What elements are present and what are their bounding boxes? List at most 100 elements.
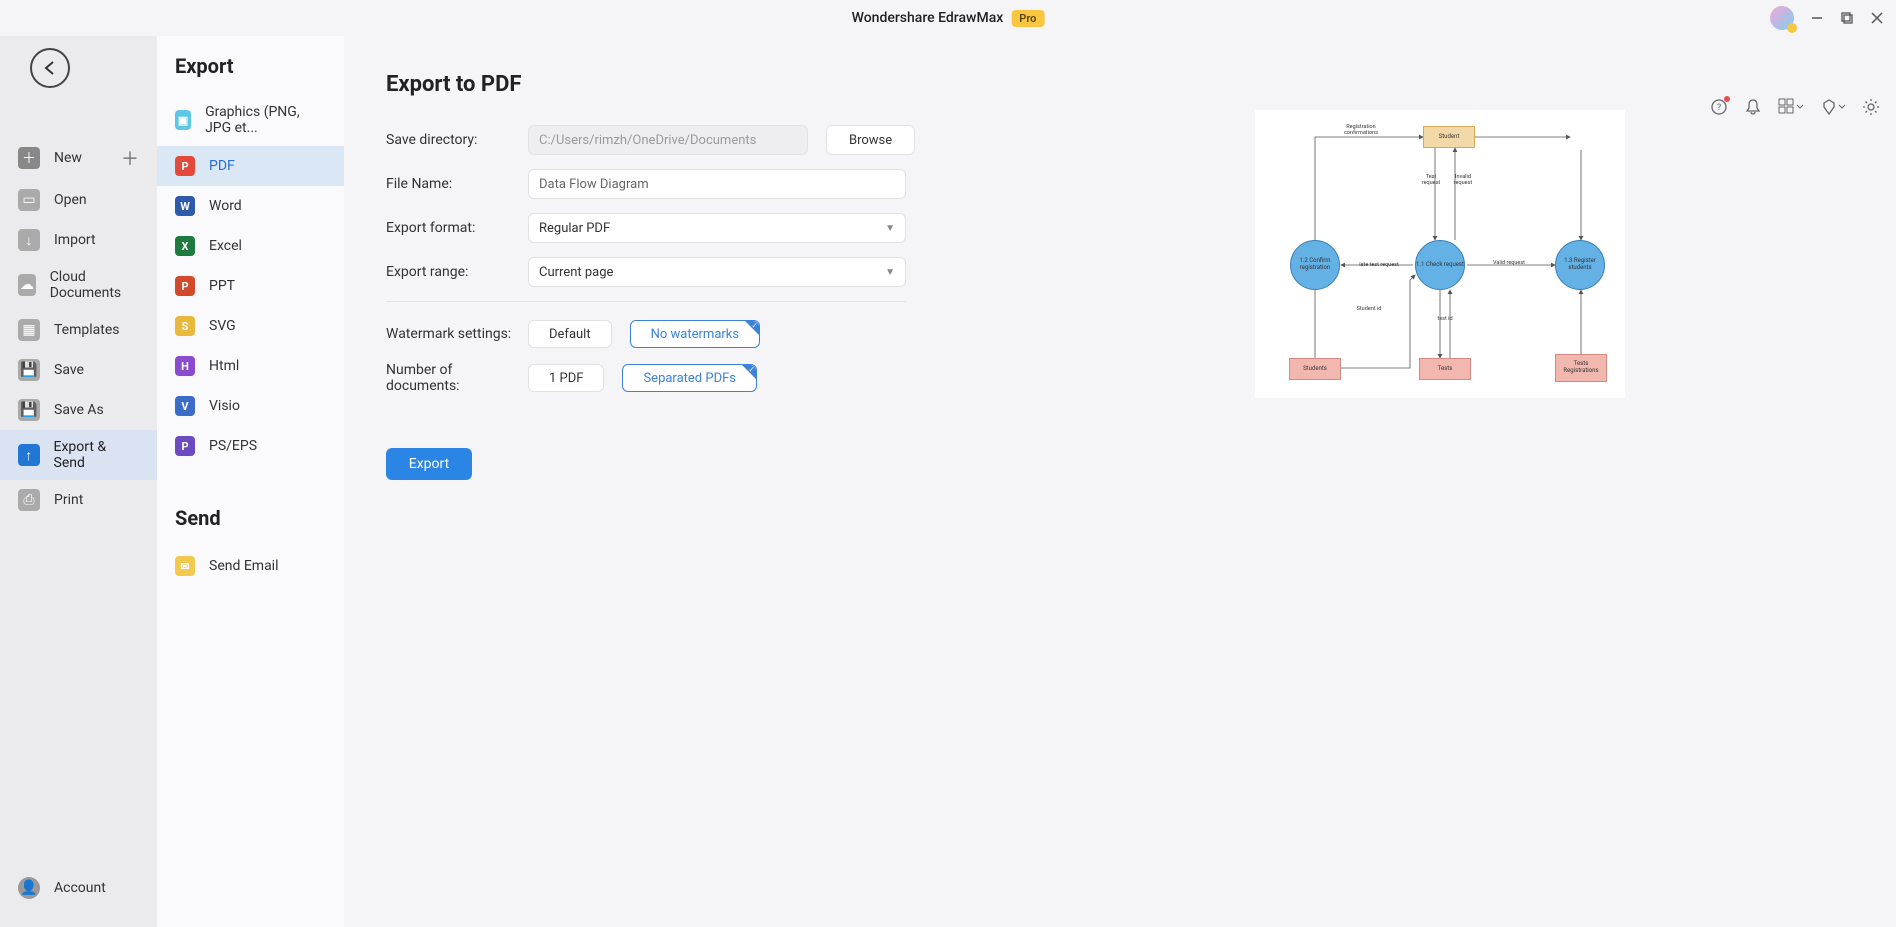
row-file-name: File Name: — [386, 169, 946, 199]
export-item-pdf[interactable]: P PDF — [157, 146, 344, 186]
export-item-excel[interactable]: X Excel — [157, 226, 344, 266]
row-numdocs: Number of documents: 1 PDF Separated PDF… — [386, 362, 946, 394]
row-export-format: Export format: Regular PDF ▼ — [386, 213, 946, 243]
chevron-down-icon: ▼ — [885, 223, 895, 234]
watermark-default-option[interactable]: Default — [528, 320, 612, 348]
label-student-id: Student id — [1351, 306, 1387, 312]
sidebar-left: ＋ New ＋ ▭ Open ↓ Import ☁ Cloud Document… — [0, 36, 157, 927]
export-item-label: Html — [209, 358, 239, 374]
excel-file-icon: X — [175, 236, 195, 256]
add-icon[interactable]: ＋ — [121, 145, 139, 171]
folder-icon: ▭ — [18, 189, 40, 211]
pill-label: Separated PDFs — [643, 371, 736, 386]
close-icon[interactable] — [1870, 11, 1884, 25]
node-check: 1.1 Check request — [1415, 240, 1465, 290]
ppt-file-icon: P — [175, 276, 195, 296]
label-reg-conf: Registration confirmations — [1340, 124, 1382, 136]
node-student: Student — [1423, 126, 1475, 148]
page-title: Export to PDF — [386, 72, 946, 97]
sidebar-item-cloud[interactable]: ☁ Cloud Documents — [0, 260, 157, 310]
import-icon: ↓ — [18, 229, 40, 251]
sidebar-item-label: Open — [54, 192, 87, 208]
theme-icon[interactable] — [1820, 98, 1846, 116]
export-item-html[interactable]: H Html — [157, 346, 344, 386]
export-item-word[interactable]: W Word — [157, 186, 344, 226]
pro-badge: Pro — [1011, 10, 1044, 27]
sidebar-item-export-send[interactable]: ↑ Export & Send — [0, 430, 157, 480]
sidebar-item-print[interactable]: ⎙ Print — [0, 480, 157, 520]
watermark-none-option[interactable]: No watermarks — [630, 320, 760, 348]
svg-text:?: ? — [1717, 103, 1721, 113]
label-numdocs: Number of documents: — [386, 362, 528, 394]
sidebar-item-label: Templates — [54, 322, 120, 338]
export-range-select[interactable]: Current page ▼ — [528, 257, 906, 287]
export-item-pseps[interactable]: P PS/EPS — [157, 426, 344, 466]
account-button[interactable]: 👤 Account — [0, 869, 157, 907]
node-tests-ds: Tests — [1419, 358, 1471, 380]
check-icon — [742, 365, 756, 379]
ps-file-icon: P — [175, 436, 195, 456]
grid-icon[interactable] — [1778, 98, 1804, 116]
bell-icon[interactable] — [1744, 98, 1762, 116]
save-directory-input[interactable] — [528, 125, 808, 155]
export-item-svg[interactable]: S SVG — [157, 306, 344, 346]
send-email-item[interactable]: ✉ Send Email — [157, 546, 344, 586]
sidebar-item-label: Export & Send — [54, 439, 139, 471]
export-item-graphics[interactable]: ▣ Graphics (PNG, JPG et... — [157, 94, 344, 146]
top-toolbar: ? — [1710, 98, 1880, 116]
label-export-range: Export range: — [386, 264, 528, 280]
node-tests-reg-ds: Tests Registrations — [1555, 354, 1607, 382]
watermark-group: Default No watermarks — [528, 320, 760, 348]
word-file-icon: W — [175, 196, 195, 216]
export-item-visio[interactable]: V Visio — [157, 386, 344, 426]
preview-column: Student 1.2 Confirm registration 1.1 Che… — [1026, 72, 1854, 891]
mail-icon: ✉ — [175, 556, 195, 576]
main: ＋ New ＋ ▭ Open ↓ Import ☁ Cloud Document… — [0, 36, 1896, 927]
titlebar-center: Wondershare EdrawMax Pro — [852, 10, 1045, 27]
content: Export to PDF Save directory: Browse Fil… — [344, 36, 1896, 927]
help-icon[interactable]: ? — [1710, 98, 1728, 116]
numdocs-one-option[interactable]: 1 PDF — [528, 364, 604, 392]
sidebar-item-save[interactable]: 💾 Save — [0, 350, 157, 390]
row-export-range: Export range: Current page ▼ — [386, 257, 946, 287]
export-button[interactable]: Export — [386, 448, 472, 480]
sidebar-item-open[interactable]: ▭ Open — [0, 180, 157, 220]
cloud-icon: ☁ — [18, 274, 36, 296]
numdocs-separated-option[interactable]: Separated PDFs — [622, 364, 757, 392]
label-watermark: Watermark settings: — [386, 326, 528, 342]
label-test-req: Test request — [1417, 174, 1445, 186]
preview-card: Student 1.2 Confirm registration 1.1 Che… — [1255, 110, 1625, 398]
maximize-icon[interactable] — [1840, 11, 1854, 25]
export-format-select[interactable]: Regular PDF ▼ — [528, 213, 906, 243]
sidebar-item-import[interactable]: ↓ Import — [0, 220, 157, 260]
export-item-label: SVG — [209, 318, 236, 334]
browse-button[interactable]: Browse — [826, 125, 915, 155]
check-icon — [745, 321, 759, 335]
visio-file-icon: V — [175, 396, 195, 416]
node-confirm: 1.2 Confirm registration — [1290, 240, 1340, 290]
sidebar-item-saveas[interactable]: 💾 Save As — [0, 390, 157, 430]
row-watermark: Watermark settings: Default No watermark… — [386, 320, 946, 348]
account-label: Account — [54, 880, 106, 896]
sidebar-item-label: Save As — [54, 402, 104, 418]
row-save-directory: Save directory: Browse — [386, 125, 946, 155]
label-invalid-req: Invalid request — [1449, 174, 1477, 186]
sidebar-item-label: New — [54, 150, 82, 166]
export-list: ▣ Graphics (PNG, JPG et... P PDF W Word … — [157, 94, 344, 466]
sidebar-item-label: Save — [54, 362, 84, 378]
file-name-input[interactable] — [528, 169, 906, 199]
svg-file-icon: S — [175, 316, 195, 336]
label-file-name: File Name: — [386, 176, 528, 192]
user-avatar[interactable] — [1770, 6, 1794, 30]
numdocs-group: 1 PDF Separated PDFs — [528, 364, 757, 392]
sidebar-item-new[interactable]: ＋ New ＋ — [0, 136, 157, 180]
export-item-ppt[interactable]: P PPT — [157, 266, 344, 306]
select-value: Current page — [539, 265, 613, 280]
divider — [386, 301, 906, 302]
node-students-ds: Students — [1289, 358, 1341, 380]
export-panel: Export ▣ Graphics (PNG, JPG et... P PDF … — [157, 36, 344, 927]
sidebar-item-templates[interactable]: ▦ Templates — [0, 310, 157, 350]
minimize-icon[interactable] — [1810, 11, 1824, 25]
back-button[interactable] — [30, 48, 70, 88]
gear-icon[interactable] — [1862, 98, 1880, 116]
